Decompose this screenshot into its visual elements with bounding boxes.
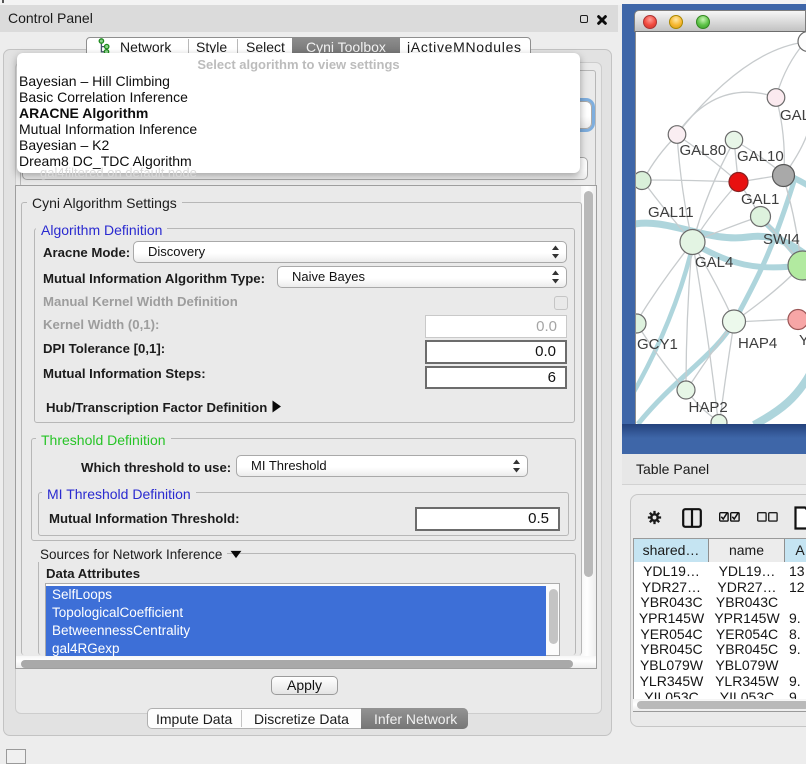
svg-text:GAL11: GAL11 <box>648 204 694 221</box>
svg-text:GAL1: GAL1 <box>741 191 779 208</box>
svg-text:GAL4: GAL4 <box>695 254 733 271</box>
svg-text:SWI4: SWI4 <box>763 231 800 248</box>
svg-text:GAL80: GAL80 <box>680 142 727 159</box>
svg-text:HAP2: HAP2 <box>689 399 728 416</box>
svg-text:GCY1: GCY1 <box>637 336 678 353</box>
svg-text:HAP4: HAP4 <box>738 335 777 352</box>
svg-text:GAL10: GAL10 <box>737 148 784 165</box>
svg-text:GAL7: GAL7 <box>780 107 806 124</box>
svg-text:YJ: YJ <box>799 332 806 349</box>
